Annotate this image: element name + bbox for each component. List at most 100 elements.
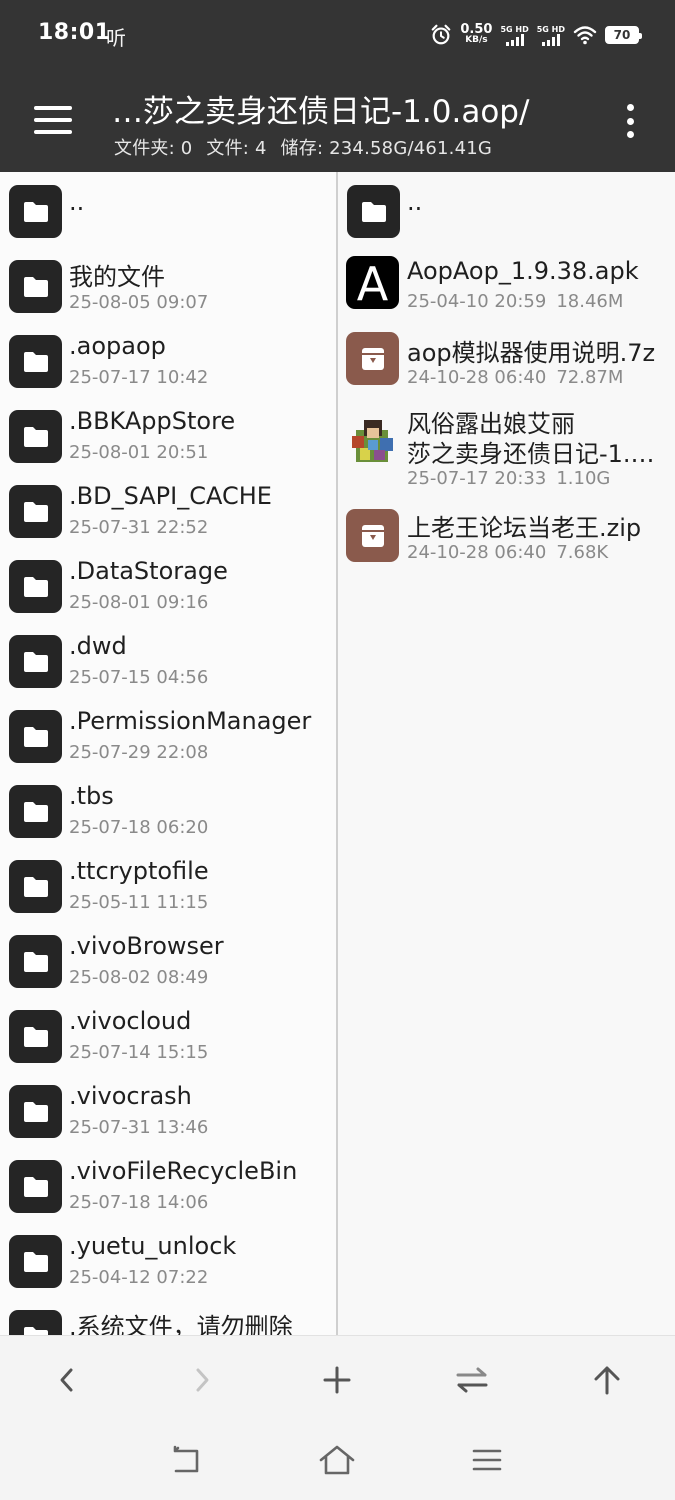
system-home-button[interactable] — [315, 1438, 359, 1482]
folder-icon — [347, 185, 400, 238]
folder-name: .BBKAppStore — [69, 407, 236, 435]
parent-directory-label: .. — [407, 188, 423, 216]
right-file-pane[interactable]: .. A AopAop_1.9.38.apk 25-04-10 20:59 18.… — [338, 172, 675, 1335]
folder-date: 25-07-31 22:52 — [69, 517, 209, 538]
folder-icon — [9, 935, 62, 988]
folder-icon — [9, 560, 62, 613]
folder-row[interactable]: .vivocloud 25-07-14 15:15 — [0, 997, 336, 1072]
sim1-label: 5G HD — [500, 24, 529, 34]
folder-row[interactable]: .aopaop 25-07-17 10:42 — [0, 322, 336, 397]
folder-icon — [9, 260, 62, 313]
parent-directory-label: .. — [69, 188, 85, 216]
folder-name: .DataStorage — [69, 557, 228, 585]
folder-icon — [9, 1010, 62, 1063]
battery-icon: 70 — [605, 26, 642, 44]
file-name: AopAop_1.9.38.apk — [407, 257, 639, 285]
folder-name: .dwd — [69, 632, 127, 660]
folder-date: 25-07-29 22:08 — [69, 742, 209, 763]
file-meta: 24-10-28 06:40 7.68K — [407, 542, 609, 563]
wifi-icon — [573, 26, 597, 45]
archive-icon — [346, 509, 399, 562]
back-button[interactable] — [45, 1358, 89, 1402]
folder-name: .aopaop — [69, 332, 166, 360]
folder-row[interactable]: .DataStorage 25-08-01 09:16 — [0, 547, 336, 622]
folder-row[interactable]: .vivoFileRecycleBin 25-07-18 14:06 — [0, 1147, 336, 1222]
add-button[interactable] — [315, 1358, 359, 1402]
up-arrow-icon — [594, 1366, 620, 1395]
file-meta: 24-10-28 06:40 72.87M — [407, 367, 624, 388]
folder-icon — [9, 485, 62, 538]
folder-name: .vivoBrowser — [69, 932, 224, 960]
folder-row[interactable]: .ttcryptofile 25-05-11 11:15 — [0, 847, 336, 922]
network-speed-value: 0.50 — [460, 22, 493, 37]
page-title: …莎之卖身还债日记-1.0.aop/ — [112, 94, 530, 130]
folder-date: 25-08-05 09:07 — [69, 292, 209, 313]
folder-date: 25-08-01 20:51 — [69, 442, 209, 463]
folder-row[interactable]: .BD_SAPI_CACHE 25-07-31 22:52 — [0, 472, 336, 547]
folder-icon — [9, 335, 62, 388]
file-name: aop模拟器使用说明.7z — [407, 339, 656, 367]
add-icon — [323, 1366, 351, 1394]
folder-name: .ttcryptofile — [69, 857, 209, 885]
swap-icon — [456, 1367, 488, 1393]
folder-icon — [9, 185, 62, 238]
left-file-pane[interactable]: .. 我的文件 25-08-05 09:07 .aopaop 25-07-17 10:… — [0, 172, 336, 1335]
folder-row[interactable]: .dwd 25-07-15 04:56 — [0, 622, 336, 697]
more-vert-icon — [626, 104, 634, 111]
folder-row[interactable]: .BBKAppStore 25-08-01 20:51 — [0, 397, 336, 472]
folder-name: .yuetu_unlock — [69, 1232, 237, 1260]
folder-icon — [9, 860, 62, 913]
parent-directory-row[interactable]: .. — [0, 172, 336, 247]
folder-name: .BD_SAPI_CACHE — [69, 482, 272, 510]
system-back-button[interactable] — [165, 1438, 209, 1482]
sim2-label: 5G HD — [536, 24, 565, 34]
file-count: 文件: 4 — [206, 138, 267, 159]
folder-row[interactable]: 我的文件 25-08-05 09:07 — [0, 247, 336, 322]
menu-button[interactable] — [34, 106, 72, 134]
sim2-signal-icon: 5G HD — [537, 25, 565, 46]
file-row-archive[interactable]: aop模拟器使用说明.7z 24-10-28 06:40 72.87M — [338, 323, 675, 398]
game-icon — [346, 416, 399, 469]
file-row-game[interactable]: 风俗露出娘艾丽 莎之卖身还债日记-1.… 25-07-17 20:33 1.10G — [338, 398, 675, 500]
folder-icon — [9, 1085, 62, 1138]
alarm-icon — [432, 24, 451, 45]
home-icon — [319, 1445, 355, 1475]
folder-row[interactable]: .tbs 25-07-18 06:20 — [0, 772, 336, 847]
file-row-apk[interactable]: A AopAop_1.9.38.apk 25-04-10 20:59 18.46M — [338, 247, 675, 323]
parent-directory-row[interactable]: .. — [338, 172, 675, 247]
bottom-toolbar — [0, 1335, 675, 1420]
folder-icon — [9, 1160, 62, 1213]
folder-icon — [9, 635, 62, 688]
folder-row[interactable]: .系统文件，请勿删除 — [0, 1297, 336, 1335]
forward-button[interactable] — [180, 1358, 224, 1402]
more-options-button[interactable] — [620, 104, 640, 138]
folder-row[interactable]: .yuetu_unlock 25-04-12 07:22 — [0, 1222, 336, 1297]
network-speed-unit: KB/s — [465, 35, 488, 45]
up-directory-button[interactable] — [585, 1358, 629, 1402]
folder-icon — [9, 1310, 62, 1335]
folder-name: .vivoFileRecycleBin — [69, 1157, 298, 1185]
folder-date: 25-07-18 06:20 — [69, 817, 209, 838]
file-meta: 25-07-17 20:33 1.10G — [407, 468, 611, 489]
folder-date: 25-07-17 10:42 — [69, 367, 209, 388]
folder-row[interactable]: .PermissionManager 25-07-29 22:08 — [0, 697, 336, 772]
folder-icon — [9, 710, 62, 763]
hamburger-icon — [34, 106, 72, 110]
folder-date: 25-07-18 14:06 — [69, 1192, 209, 1213]
swap-panes-button[interactable] — [450, 1358, 494, 1402]
status-time: 18:01 — [38, 20, 111, 45]
file-meta: 25-04-10 20:59 18.46M — [407, 291, 624, 312]
storage-usage: 储存: 234.58G/461.41G — [280, 138, 493, 159]
back-icon — [60, 1368, 73, 1392]
system-recents-button[interactable] — [465, 1438, 509, 1482]
file-row-archive[interactable]: 上老王论坛当老王.zip 24-10-28 06:40 7.68K — [338, 500, 675, 575]
folder-date: 25-07-31 13:46 — [69, 1117, 209, 1138]
folder-date: 25-05-11 11:15 — [69, 892, 209, 913]
folder-name: .PermissionManager — [69, 707, 312, 735]
folder-row[interactable]: .vivocrash 25-07-31 13:46 — [0, 1072, 336, 1147]
folder-row[interactable]: .vivoBrowser 25-08-02 08:49 — [0, 922, 336, 997]
folder-name: .tbs — [69, 782, 114, 810]
folder-icon — [9, 1235, 62, 1288]
folder-name: 我的文件 — [69, 263, 165, 291]
battery-level: 70 — [613, 28, 631, 42]
